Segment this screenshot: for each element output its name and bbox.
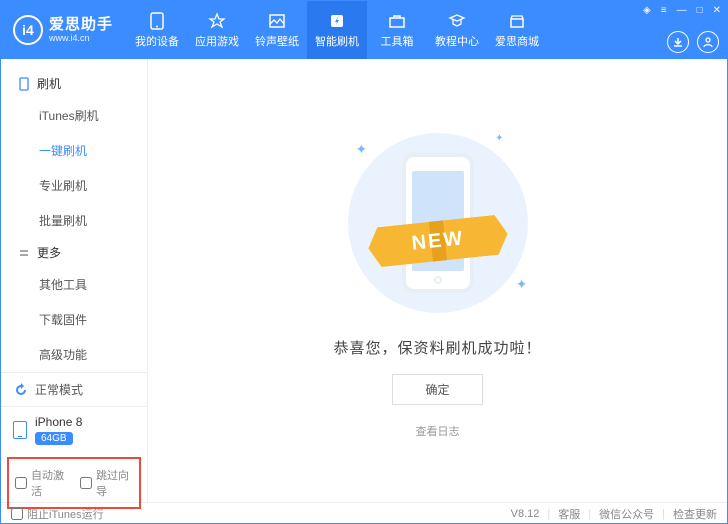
more-icon [17,246,31,260]
shop-icon [507,12,527,30]
app-url: www.i4.cn [49,34,113,43]
nav-tutorials[interactable]: 教程中心 [427,1,487,59]
logo[interactable]: i4 爱思助手 www.i4.cn [1,1,127,59]
sidebar-item-itunes-flash[interactable]: iTunes刷机 [39,98,147,133]
group-title: 更多 [37,244,61,261]
nav-my-device[interactable]: 我的设备 [127,1,187,59]
maximize-icon[interactable]: □ [695,3,705,18]
nav-label: 教程中心 [435,33,479,49]
device-info[interactable]: iPhone 8 64GB [1,406,147,453]
nav-smart-flash[interactable]: 智能刷机 [307,1,367,59]
flash-icon [327,12,347,30]
app-header: i4 爱思助手 www.i4.cn 我的设备 应用游戏 铃声壁纸 智能刷机 工具… [1,1,727,59]
nav-label: 工具箱 [381,33,414,49]
user-button[interactable] [697,31,719,53]
sidebar-group-more[interactable]: 更多 [1,238,147,267]
footer-link-wechat[interactable]: 微信公众号 [599,506,654,522]
download-button[interactable] [667,31,689,53]
sidebar-item-batch-flash[interactable]: 批量刷机 [39,203,147,238]
window-controls: ◈ ≡ — □ ✕ [641,3,723,18]
device-storage-badge: 64GB [35,432,73,445]
success-illustration: ✦ ✦ ✦ NEW [328,123,548,323]
nav-shop[interactable]: 爱思商城 [487,1,547,59]
toolbox-icon [387,12,407,30]
logo-text: 爱思助手 www.i4.cn [49,17,113,43]
nav-label: 我的设备 [135,33,179,49]
sidebar-item-oneclick-flash[interactable]: 一键刷机 [39,133,147,168]
menu-icon[interactable]: ≡ [659,3,669,18]
option-skip-guide[interactable]: 跳过向导 [80,467,133,499]
sidebar-item-advanced[interactable]: 高级功能 [39,337,147,372]
auto-activate-checkbox[interactable] [15,477,27,489]
option-label: 阻止iTunes运行 [27,506,104,522]
success-message: 恭喜您，保资料刷机成功啦！ [333,337,541,358]
main-content: ✦ ✦ ✦ NEW 恭喜您，保资料刷机成功啦！ 确定 查看日志 [148,59,727,502]
app-name: 爱思助手 [49,17,113,32]
close-icon[interactable]: ✕ [711,3,723,18]
option-auto-activate[interactable]: 自动激活 [15,467,68,499]
option-label: 自动激活 [31,467,68,499]
block-itunes-option[interactable]: 阻止iTunes运行 [11,506,104,522]
sidebar-item-other-tools[interactable]: 其他工具 [39,267,147,302]
minimize-icon[interactable]: — [675,3,689,18]
separator: | [662,508,665,520]
nav-label: 爱思商城 [495,33,539,49]
wallpaper-icon [267,12,287,30]
footer-right: V8.12 | 客服 | 微信公众号 | 检查更新 [511,506,717,522]
sidebar-item-download-firmware[interactable]: 下载固件 [39,302,147,337]
confirm-button[interactable]: 确定 [392,374,482,405]
sidebar-group-flash[interactable]: 刷机 [1,69,147,98]
group-title: 刷机 [37,75,61,92]
nav-label: 智能刷机 [315,33,359,49]
body: 刷机 iTunes刷机 一键刷机 专业刷机 批量刷机 更多 其他工具 下载固件 … [1,59,727,502]
phone-icon [147,12,167,30]
nav-apps-games[interactable]: 应用游戏 [187,1,247,59]
sidebar: 刷机 iTunes刷机 一键刷机 专业刷机 批量刷机 更多 其他工具 下载固件 … [1,59,148,502]
refresh-icon [13,382,29,398]
device-icon [13,421,27,439]
separator: | [588,508,591,520]
separator: | [547,508,550,520]
nav-toolbox[interactable]: 工具箱 [367,1,427,59]
phone-home-button [434,276,442,284]
flash-options-highlighted: 自动激活 跳过向导 [7,457,141,509]
top-nav: 我的设备 应用游戏 铃声壁纸 智能刷机 工具箱 教程中心 爱思商城 [127,1,547,59]
apps-icon [207,12,227,30]
device-name: iPhone 8 [35,415,82,429]
nav-ringtone-wallpaper[interactable]: 铃声壁纸 [247,1,307,59]
footer-link-support[interactable]: 客服 [558,506,580,522]
tutorial-icon [447,12,467,30]
block-itunes-checkbox[interactable] [11,508,23,520]
sparkle-icon: ✦ [356,141,368,158]
skip-guide-checkbox[interactable] [80,477,92,489]
nav-label: 应用游戏 [195,33,239,49]
header-right-buttons [667,31,719,53]
view-log-link[interactable]: 查看日志 [416,423,460,439]
sidebar-item-pro-flash[interactable]: 专业刷机 [39,168,147,203]
sparkle-icon: ✦ [516,276,528,293]
shirt-icon[interactable]: ◈ [641,3,653,18]
footer-link-update[interactable]: 检查更新 [673,506,717,522]
sparkle-icon: ✦ [495,133,503,144]
device-mode-status[interactable]: 正常模式 [1,372,147,406]
status-text: 正常模式 [35,381,83,398]
nav-label: 铃声壁纸 [255,33,299,49]
phone-small-icon [17,77,31,91]
version-label: V8.12 [511,508,540,520]
option-label: 跳过向导 [96,467,133,499]
logo-icon: i4 [13,15,43,45]
